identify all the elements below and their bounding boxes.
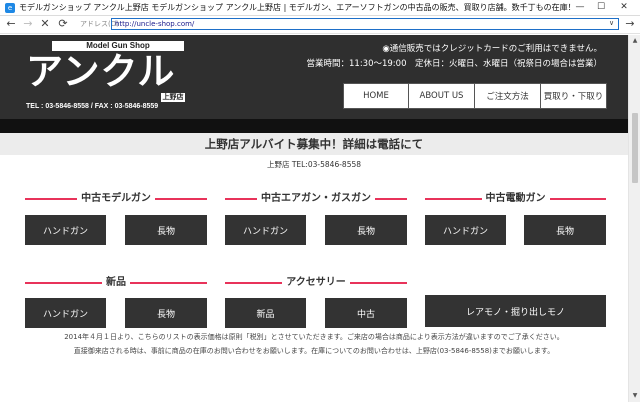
address-toolbar: ← → ✕ ⟳ アドレス(D) http://uncle-shop.com/ ∨… [0,16,640,34]
forward-button[interactable]: → [21,17,35,31]
address-dropdown-icon[interactable]: ∨ [609,19,614,27]
site-header: Model Gun Shop アンクル 上野店 TEL : 03-5846-85… [0,35,628,119]
stock-inquiry-notice: 直接御来店される時は、事前に商品の在庫のお問い合わせをお願いします。在庫について… [73,347,555,355]
go-button[interactable]: → [623,17,637,31]
site-logo[interactable]: Model Gun Shop アンクル 上野店 TEL : 03-5846-85… [26,41,186,113]
recruit-notice: 上野店アルバイト募集中！詳細は電話にて [0,133,628,155]
category-label: 中古モデルガン [77,193,155,204]
logo-branch: 上野店 [161,93,185,102]
go-arrow-icon: → [625,17,635,30]
accessory-new-button[interactable]: 新品 [225,298,306,328]
price-notice: 2014年４月１日より、こちらのリストの表示価格は原則「税別」とさせていただきま… [64,333,564,341]
ie-icon: e [5,2,15,13]
air-gun-long-button[interactable]: 長物 [325,215,407,245]
rare-items-button[interactable]: レアモノ・掘り出しモノ [425,295,606,327]
accessory-used-button[interactable]: 中古 [325,298,407,328]
category-title-accessories: アクセサリー [225,276,407,290]
category-title-electric-guns: 中古電動ガン [425,192,606,206]
air-gun-handgun-button[interactable]: ハンドガン [225,215,306,245]
window-title: モデルガンショップ アンクル上野店 モデルガンショップ アンクル上野店 | モデ… [19,3,576,12]
scroll-down-icon[interactable]: ▼ [629,390,640,402]
web-page: Model Gun Shop アンクル 上野店 TEL : 03-5846-85… [0,35,628,402]
stop-button[interactable]: ✕ [38,17,52,31]
nav-home[interactable]: HOME [343,83,409,109]
category-title-model-guns: 中古モデルガン [25,192,207,206]
category-title-air-guns: 中古エアガン・ガスガン [225,192,407,206]
category-label: 中古エアガン・ガスガン [257,193,375,204]
address-input[interactable]: http://uncle-shop.com/ [111,18,619,30]
back-button[interactable]: ← [4,17,18,31]
model-gun-handgun-button[interactable]: ハンドガン [25,215,106,245]
scrollbar-thumb[interactable] [632,113,638,183]
model-gun-long-button[interactable]: 長物 [125,215,207,245]
category-title-new: 新品 [25,276,207,290]
maximize-button[interactable]: ☐ [591,0,611,15]
back-arrow-icon: ← [6,17,16,30]
refresh-button[interactable]: ⟳ [56,17,70,31]
logo-contact: TEL : 03-5846-8558 / FAX : 03-5846-8559 [26,103,159,110]
scroll-up-icon[interactable]: ▲ [629,35,640,47]
vertical-scrollbar[interactable]: ▲ ▼ [628,35,640,402]
electric-gun-long-button[interactable]: 長物 [524,215,606,245]
refresh-icon: ⟳ [58,17,68,30]
business-hours: 営業時間：11:30～19:00 定休日：火曜日、水曜日（祝祭日の場合は営業） [306,59,603,69]
electric-gun-handgun-button[interactable]: ハンドガン [425,215,506,245]
notice-tel: 上野店 TEL:03-5846-8558 [266,160,362,169]
category-label: 中古電動ガン [481,193,550,204]
stop-icon: ✕ [40,17,50,30]
nav-buyback[interactable]: 買取り・下取り [540,83,607,109]
header-band [0,119,628,133]
forward-arrow-icon: → [23,17,33,30]
minimize-button[interactable]: — [570,0,590,15]
nav-order-method[interactable]: ご注文方法 [474,83,541,109]
main-nav: HOME ABOUT US ご注文方法 買取り・下取り [343,83,607,109]
logo-title: アンクル [26,50,176,93]
credit-card-notice: ◉通信販売ではクレジットカードのご利用はできません。 [382,44,602,54]
close-window-button[interactable]: ✕ [614,0,634,15]
new-handgun-button[interactable]: ハンドガン [25,298,106,328]
nav-about-us[interactable]: ABOUT US [408,83,475,109]
new-long-button[interactable]: 長物 [125,298,207,328]
category-label: アクセサリー [282,277,350,288]
window-titlebar: e モデルガンショップ アンクル上野店 モデルガンショップ アンクル上野店 | … [0,0,640,16]
category-label: 新品 [102,277,130,288]
